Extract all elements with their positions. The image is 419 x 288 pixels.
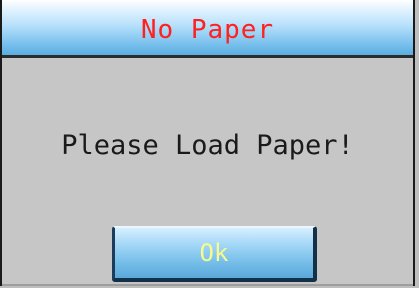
- dialog-message: Please Load Paper!: [61, 130, 354, 161]
- dialog-bottom-edge: [2, 284, 413, 286]
- ok-button[interactable]: Ok: [112, 226, 317, 282]
- no-paper-dialog: No Paper Please Load Paper! Ok: [0, 0, 415, 286]
- ok-button-label: Ok: [199, 239, 229, 267]
- dialog-titlebar: No Paper: [2, 0, 413, 58]
- dialog-title: No Paper: [140, 14, 275, 45]
